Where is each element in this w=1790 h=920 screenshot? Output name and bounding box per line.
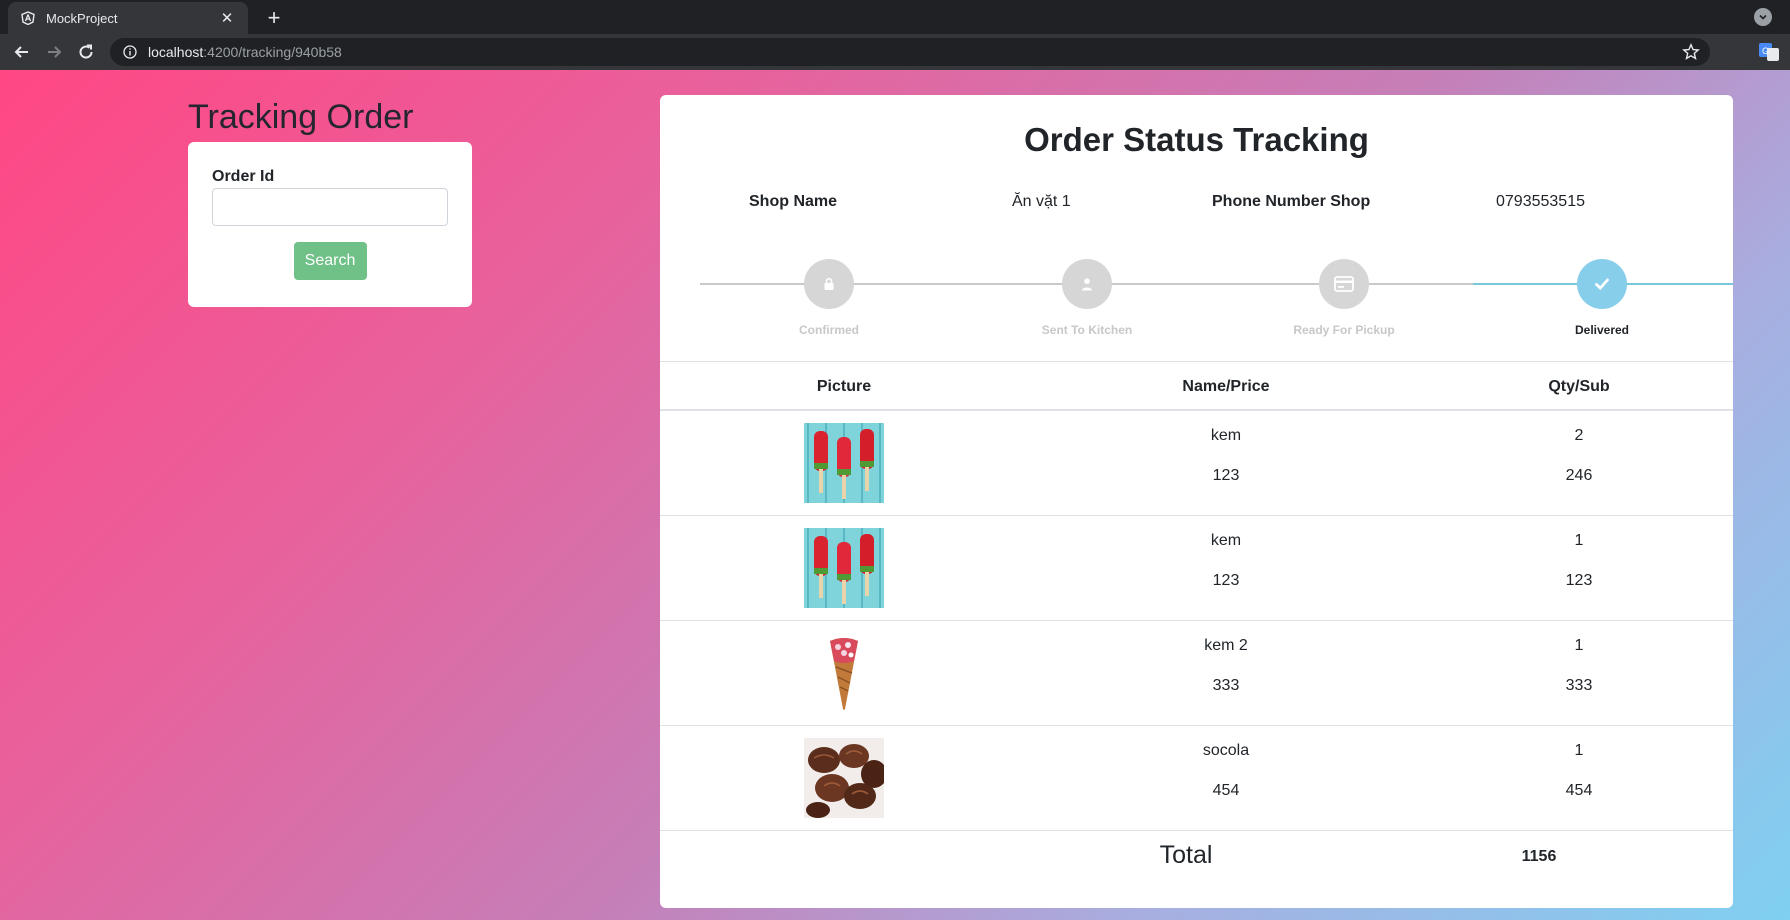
close-tab-icon[interactable]: ✕ [218, 9, 236, 27]
item-name: kem [1210, 427, 1242, 444]
phone-value: 0793553515 [1496, 193, 1585, 210]
step-ready-for-pickup: Ready For Pickup [1264, 253, 1424, 337]
item-price: 454 [1212, 782, 1240, 799]
page-viewport: Tracking Order Order Id Search Order Sta… [0, 70, 1790, 920]
card-icon [1319, 259, 1369, 309]
new-tab-icon[interactable]: + [260, 4, 288, 32]
phone-label: Phone Number Shop [1212, 193, 1371, 210]
bookmark-star-icon[interactable] [1682, 43, 1700, 61]
step-label: Delivered [1574, 323, 1630, 337]
reload-icon[interactable] [72, 38, 100, 66]
search-button[interactable]: Search [293, 242, 367, 280]
tab-title: MockProject [46, 10, 118, 26]
address-bar[interactable]: localhost:4200/tracking/940b58 [110, 38, 1710, 66]
order-status-card: Order Status Tracking Shop Name Ăn vặt 1… [660, 95, 1733, 908]
item-qty: 2 [1574, 427, 1584, 444]
translate-extension-icon[interactable]: G [1758, 41, 1780, 63]
angular-icon [20, 10, 36, 26]
step-confirmed: Confirmed [749, 253, 909, 337]
browser-toolbar: localhost:4200/tracking/940b58 G [0, 34, 1790, 70]
check-icon [1577, 259, 1627, 309]
info-icon[interactable] [122, 44, 138, 60]
item-qty: 1 [1574, 532, 1584, 549]
step-label: Ready For Pickup [1293, 323, 1395, 337]
order-table-header: Picture Name/Price Qty/Sub [660, 361, 1733, 411]
person-icon [1062, 259, 1112, 309]
item-name: kem [1210, 532, 1242, 549]
forward-icon[interactable] [40, 38, 68, 66]
total-label: Total [1159, 841, 1213, 869]
total-value: 1156 [1521, 848, 1557, 865]
page-title: Tracking Order [188, 98, 414, 136]
status-title: Order Status Tracking [1024, 121, 1369, 158]
step-sent-to-kitchen: Sent To Kitchen [1007, 253, 1167, 337]
item-qty: 1 [1574, 637, 1584, 654]
order-id-label: Order Id [212, 168, 275, 185]
lock-icon [804, 259, 854, 309]
svg-text:G: G [1762, 46, 1769, 56]
table-row: socola 454 1 454 [660, 726, 1733, 831]
step-label: Sent To Kitchen [1041, 323, 1133, 337]
search-card: Order Id Search [188, 142, 472, 307]
step-label: Confirmed [799, 323, 859, 337]
tab-search-icon[interactable] [1754, 8, 1772, 26]
shop-name-label: Shop Name [749, 193, 838, 210]
item-price: 123 [1212, 467, 1240, 484]
popsicle-image [804, 423, 884, 503]
column-header-name-price: Name/Price [1182, 378, 1270, 395]
table-row: kem 2 333 1 333 [660, 621, 1733, 726]
chocolate-image [804, 738, 887, 818]
item-subtotal: 333 [1565, 677, 1593, 694]
url-path: :4200/tracking/940b58 [203, 44, 342, 60]
item-name: socola [1202, 742, 1250, 759]
item-name: kem 2 [1204, 637, 1248, 654]
item-qty: 1 [1574, 742, 1584, 759]
table-row: kem 123 1 123 [660, 516, 1733, 621]
table-row: kem 123 2 246 [660, 411, 1733, 516]
column-header-picture: Picture [816, 378, 872, 395]
popsicle-image [804, 528, 884, 608]
browser-tab-bar: MockProject ✕ + [0, 0, 1790, 34]
back-icon[interactable] [8, 38, 36, 66]
order-id-input[interactable] [212, 188, 448, 226]
item-price: 333 [1212, 677, 1240, 694]
item-price: 123 [1212, 572, 1240, 589]
status-stepper: Confirmed Sent To Kitchen Ready For Pick… [660, 253, 1733, 343]
browser-tab[interactable]: MockProject ✕ [8, 2, 248, 34]
item-subtotal: 123 [1565, 572, 1593, 589]
shop-name-value: Ăn vặt 1 [1012, 193, 1071, 210]
cone-image [804, 633, 884, 713]
column-header-qty-sub: Qty/Sub [1548, 378, 1610, 395]
url-host: localhost [148, 44, 204, 60]
item-subtotal: 246 [1565, 467, 1593, 484]
item-subtotal: 454 [1565, 782, 1593, 799]
step-delivered: Delivered [1522, 253, 1682, 337]
